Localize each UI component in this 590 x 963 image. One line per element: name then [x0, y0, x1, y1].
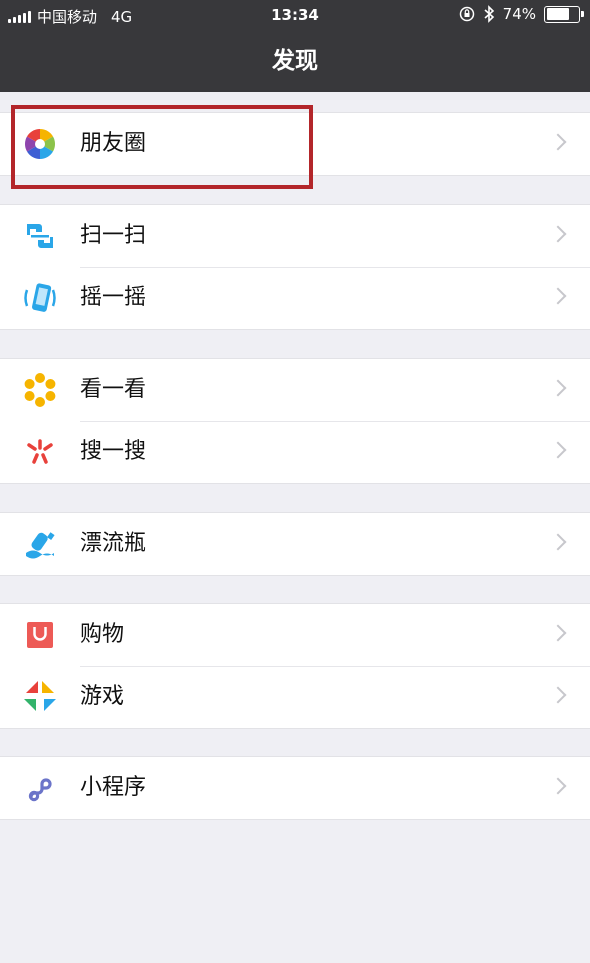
orientation-lock-icon [459, 6, 474, 22]
battery-icon [544, 5, 584, 23]
scan-icon [27, 224, 53, 248]
chevron-right-icon [549, 624, 567, 642]
menu-item-label: 购物 [80, 622, 125, 647]
status-bar: 中国移动 4G 13:34 74% [0, 0, 590, 32]
menu-group-shopping-games: 购物 游戏 [0, 603, 590, 729]
menu-group-scan-shake: 扫一扫 摇一摇 [0, 204, 590, 330]
menu-group-mini-programs: 小程序 [0, 756, 590, 820]
chevron-right-icon [549, 533, 567, 551]
chevron-right-icon [549, 287, 567, 305]
menu-item-label: 扫一扫 [80, 223, 147, 248]
bluetooth-icon [484, 5, 494, 23]
games-icon [24, 681, 56, 711]
menu-item-label: 漂流瓶 [80, 531, 147, 556]
menu-item-shopping[interactable]: 购物 [0, 604, 590, 666]
menu-item-label: 搜一搜 [80, 439, 147, 464]
chevron-right-icon [549, 225, 567, 243]
top-stories-icon [24, 373, 56, 407]
status-right: 74% [459, 5, 584, 23]
shake-icon [24, 283, 56, 312]
nav-bar: 发现 [0, 32, 590, 92]
menu-item-mini-programs[interactable]: 小程序 [0, 757, 590, 819]
chevron-right-icon [549, 133, 567, 151]
drift-bottle-icon [26, 532, 55, 559]
menu-item-search[interactable]: 搜一搜 [0, 421, 590, 483]
menu-group-drift-bottle: 漂流瓶 [0, 512, 590, 576]
chevron-right-icon [549, 379, 567, 397]
chevron-right-icon [549, 686, 567, 704]
menu-item-shake[interactable]: 摇一摇 [0, 267, 590, 329]
menu-item-label: 朋友圈 [80, 131, 147, 156]
battery-percent: 74% [502, 5, 536, 23]
menu-group-read-search: 看一看 搜一搜 [0, 358, 590, 484]
menu-item-scan[interactable]: 扫一扫 [0, 205, 590, 267]
menu-group-moments: 朋友圈 [0, 112, 590, 176]
menu-item-label: 摇一摇 [80, 285, 147, 310]
chevron-right-icon [549, 441, 567, 459]
menu-item-moments[interactable]: 朋友圈 [0, 113, 590, 175]
search-icon [27, 439, 53, 464]
menu-item-label: 游戏 [80, 684, 125, 709]
menu-item-drift-bottle[interactable]: 漂流瓶 [0, 513, 590, 575]
shopping-icon [27, 622, 53, 648]
chevron-right-icon [549, 777, 567, 795]
menu-item-games[interactable]: 游戏 [0, 666, 590, 728]
menu-item-top-stories[interactable]: 看一看 [0, 359, 590, 421]
moments-icon [25, 128, 55, 160]
menu-item-label: 看一看 [80, 377, 147, 402]
page-title: 发现 [272, 48, 318, 74]
mini-programs-icon [28, 778, 52, 802]
menu-item-label: 小程序 [80, 775, 147, 800]
